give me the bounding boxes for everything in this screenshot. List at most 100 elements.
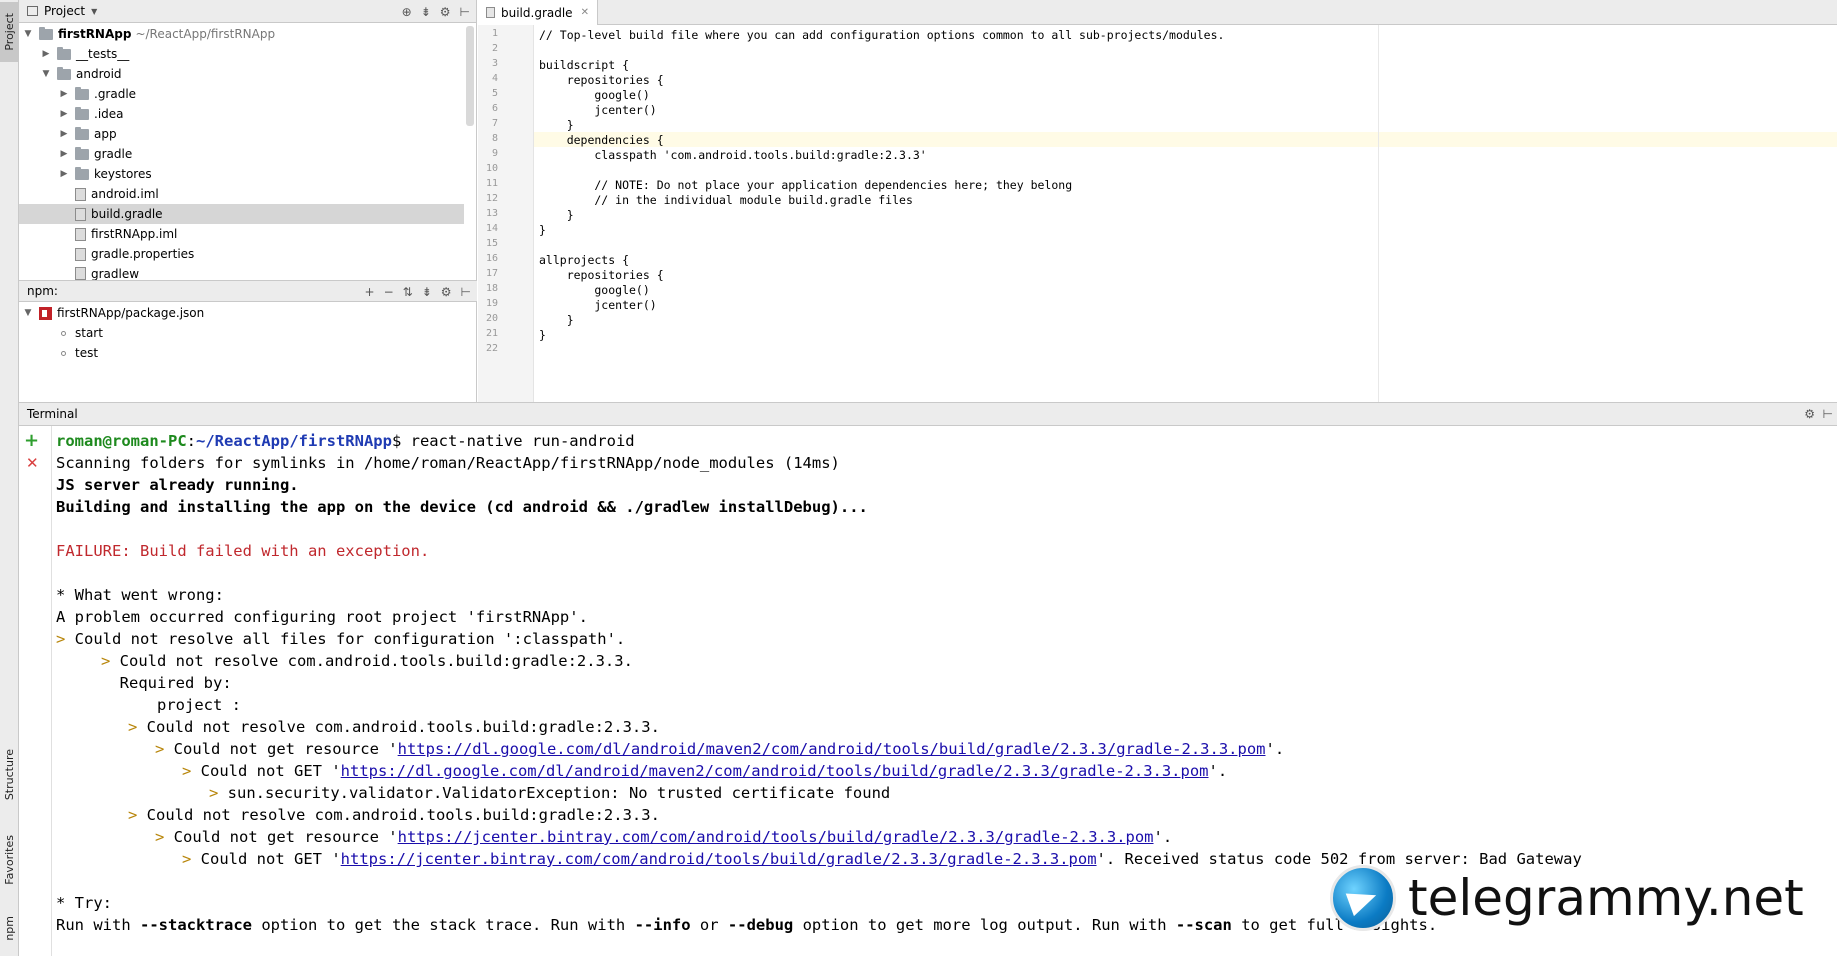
tree-node[interactable]: ▼ android — [19, 64, 464, 84]
expand-arrow-icon[interactable]: ▶ — [59, 169, 69, 179]
expand-arrow-icon[interactable]: ▼ — [23, 308, 33, 318]
tree-node-root[interactable]: ▼ firstRNApp ~/ReactApp/firstRNApp — [19, 24, 464, 44]
line-text: Could not resolve com.android.tools.buil… — [119, 652, 633, 670]
tab-favorites[interactable]: Favorites — [0, 825, 19, 895]
line-text: --scan — [1175, 916, 1232, 934]
tree-node[interactable]: ▶ .gradle — [19, 84, 464, 104]
folder-icon — [75, 126, 89, 140]
npm-script-test[interactable]: test — [19, 343, 464, 363]
tab-favorites-label: Favorites — [3, 835, 16, 885]
tree-node[interactable]: gradle.properties — [19, 244, 464, 264]
script-bullet-icon — [61, 330, 66, 336]
line-text: option to get more log output. Run with — [793, 916, 1176, 934]
gear-icon[interactable]: ⚙ — [440, 5, 451, 19]
hide-panel-icon[interactable]: ⊢ — [460, 5, 470, 19]
expand-arrow-icon[interactable]: ▶ — [59, 129, 69, 139]
line-number: 4 — [491, 73, 498, 84]
locate-icon[interactable]: ⊕ — [402, 5, 412, 19]
tab-project[interactable]: Project — [0, 2, 19, 62]
tree-node[interactable]: android.iml — [19, 184, 464, 204]
right-margin-guide — [1378, 25, 1379, 402]
npm-script-start[interactable]: start — [19, 323, 464, 343]
expand-arrow-icon[interactable]: ▶ — [59, 149, 69, 159]
editor-tab-build-gradle[interactable]: build.gradle ✕ — [478, 0, 598, 25]
tree-node[interactable]: ▶ .idea — [19, 104, 464, 124]
tree-node[interactable]: ▶ gradle — [19, 144, 464, 164]
tree-node[interactable]: ▶ keystores — [19, 164, 464, 184]
close-icon[interactable]: ✕ — [581, 7, 589, 18]
terminal-link[interactable]: https://dl.google.com/dl/android/maven2/… — [341, 762, 1209, 780]
folder-icon — [39, 26, 53, 40]
collapse-icon[interactable]: ⇟ — [422, 285, 432, 299]
project-view-dropdown[interactable]: Project — [44, 4, 85, 18]
code-editor: build.gradle ✕ 1 2 3 4 5 6 7 8 9 10 11 12 13 14 15 16 17… — [478, 0, 1837, 402]
tree-node-label: build.gradle — [91, 207, 163, 221]
hide-panel-icon[interactable]: ⊢ — [461, 285, 471, 299]
watermark: telegrammy.net — [1330, 858, 1830, 938]
tree-node[interactable]: firstRNApp.iml — [19, 224, 464, 244]
gradle-file-icon — [486, 7, 495, 18]
editor-tab-label: build.gradle — [501, 5, 573, 20]
terminal-line: Building and installing the app on the d… — [56, 498, 868, 516]
terminal-line: * Try: — [56, 894, 112, 912]
terminal-line: > Could not get resource 'https://jcente… — [155, 828, 1173, 846]
tree-node[interactable]: gradlew — [19, 264, 464, 280]
chevron-down-icon[interactable]: ▼ — [91, 7, 97, 16]
remove-icon[interactable]: − — [384, 285, 394, 299]
terminal-failure-line: FAILURE: Build failed with an exception. — [56, 542, 430, 560]
terminal-line: > Could not resolve all files for config… — [56, 630, 626, 648]
folder-icon — [57, 66, 71, 80]
terminal-line: Required by: — [101, 674, 232, 692]
prompt-separator: : — [186, 432, 196, 450]
line-text: Could not resolve all files for configur… — [74, 630, 626, 648]
terminal-link[interactable]: https://jcenter.bintray.com/com/android/… — [341, 850, 1097, 868]
line-text: Could not get resource ' — [173, 828, 398, 846]
code-line: google() — [539, 88, 650, 102]
terminal-link[interactable]: https://jcenter.bintray.com/com/android/… — [398, 828, 1154, 846]
expand-arrow-icon[interactable]: ▶ — [41, 49, 51, 59]
new-session-icon[interactable]: + — [24, 430, 39, 451]
line-text: --info — [634, 916, 691, 934]
tree-node-label: __tests__ — [76, 47, 130, 61]
line-number: 19 — [485, 298, 498, 309]
tree-node-label: android — [76, 67, 122, 81]
telegram-logo-icon — [1330, 865, 1396, 931]
line-number: 15 — [485, 238, 498, 249]
terminal-toolbar: + ✕ — [19, 426, 52, 956]
line-text: project : — [157, 696, 241, 714]
expand-arrow-icon[interactable]: ▶ — [59, 89, 69, 99]
expand-arrow-icon[interactable]: ▶ — [59, 109, 69, 119]
hide-panel-icon[interactable]: ⊢ — [1823, 407, 1833, 421]
tree-node-selected[interactable]: build.gradle — [19, 204, 464, 224]
tree-node[interactable]: ▶ __tests__ — [19, 44, 464, 64]
gear-icon[interactable]: ⚙ — [441, 285, 452, 299]
collapse-icon[interactable]: ⇟ — [421, 5, 431, 19]
tree-node[interactable]: ▶ app — [19, 124, 464, 144]
expand-arrow-icon[interactable]: ▼ — [23, 29, 33, 39]
file-icon — [75, 267, 86, 280]
add-icon[interactable]: + — [365, 285, 375, 299]
npm-package-node[interactable]: ▼ firstRNApp/package.json — [19, 303, 464, 323]
file-icon — [75, 247, 86, 261]
tab-structure[interactable]: Structure — [0, 740, 19, 810]
expand-arrow-icon[interactable]: ▼ — [41, 69, 51, 79]
tab-structure-label: Structure — [3, 749, 16, 801]
tab-npm[interactable]: npm — [0, 908, 19, 948]
line-text: option to get the stack trace. Run with — [251, 916, 635, 934]
gear-icon[interactable]: ⚙ — [1804, 407, 1815, 421]
sync-icon[interactable]: ⇅ — [403, 285, 413, 299]
close-session-icon[interactable]: ✕ — [26, 454, 39, 472]
terminal-line: JS server already running. — [56, 476, 299, 494]
code-line: allprojects { — [539, 253, 630, 267]
project-panel-header: Project ▼ ⊕ ⇟ ⚙ ⊢ — [19, 0, 476, 23]
code-line: } — [539, 313, 574, 327]
npm-panel-header: npm: + − ⇅ ⇟ ⚙ ⊢ — [19, 280, 477, 302]
code-line: repositories { — [539, 268, 664, 282]
code-line: // Top-level build file where you can ad… — [539, 28, 1225, 42]
terminal-link[interactable]: https://dl.google.com/dl/android/maven2/… — [398, 740, 1266, 758]
project-tree-scrollbar[interactable] — [466, 26, 474, 126]
tree-node-label: gradlew — [91, 267, 140, 280]
folder-icon — [57, 46, 71, 60]
line-number: 12 — [485, 193, 498, 204]
terminal-line: Scanning folders for symlinks in /home/r… — [56, 454, 840, 472]
